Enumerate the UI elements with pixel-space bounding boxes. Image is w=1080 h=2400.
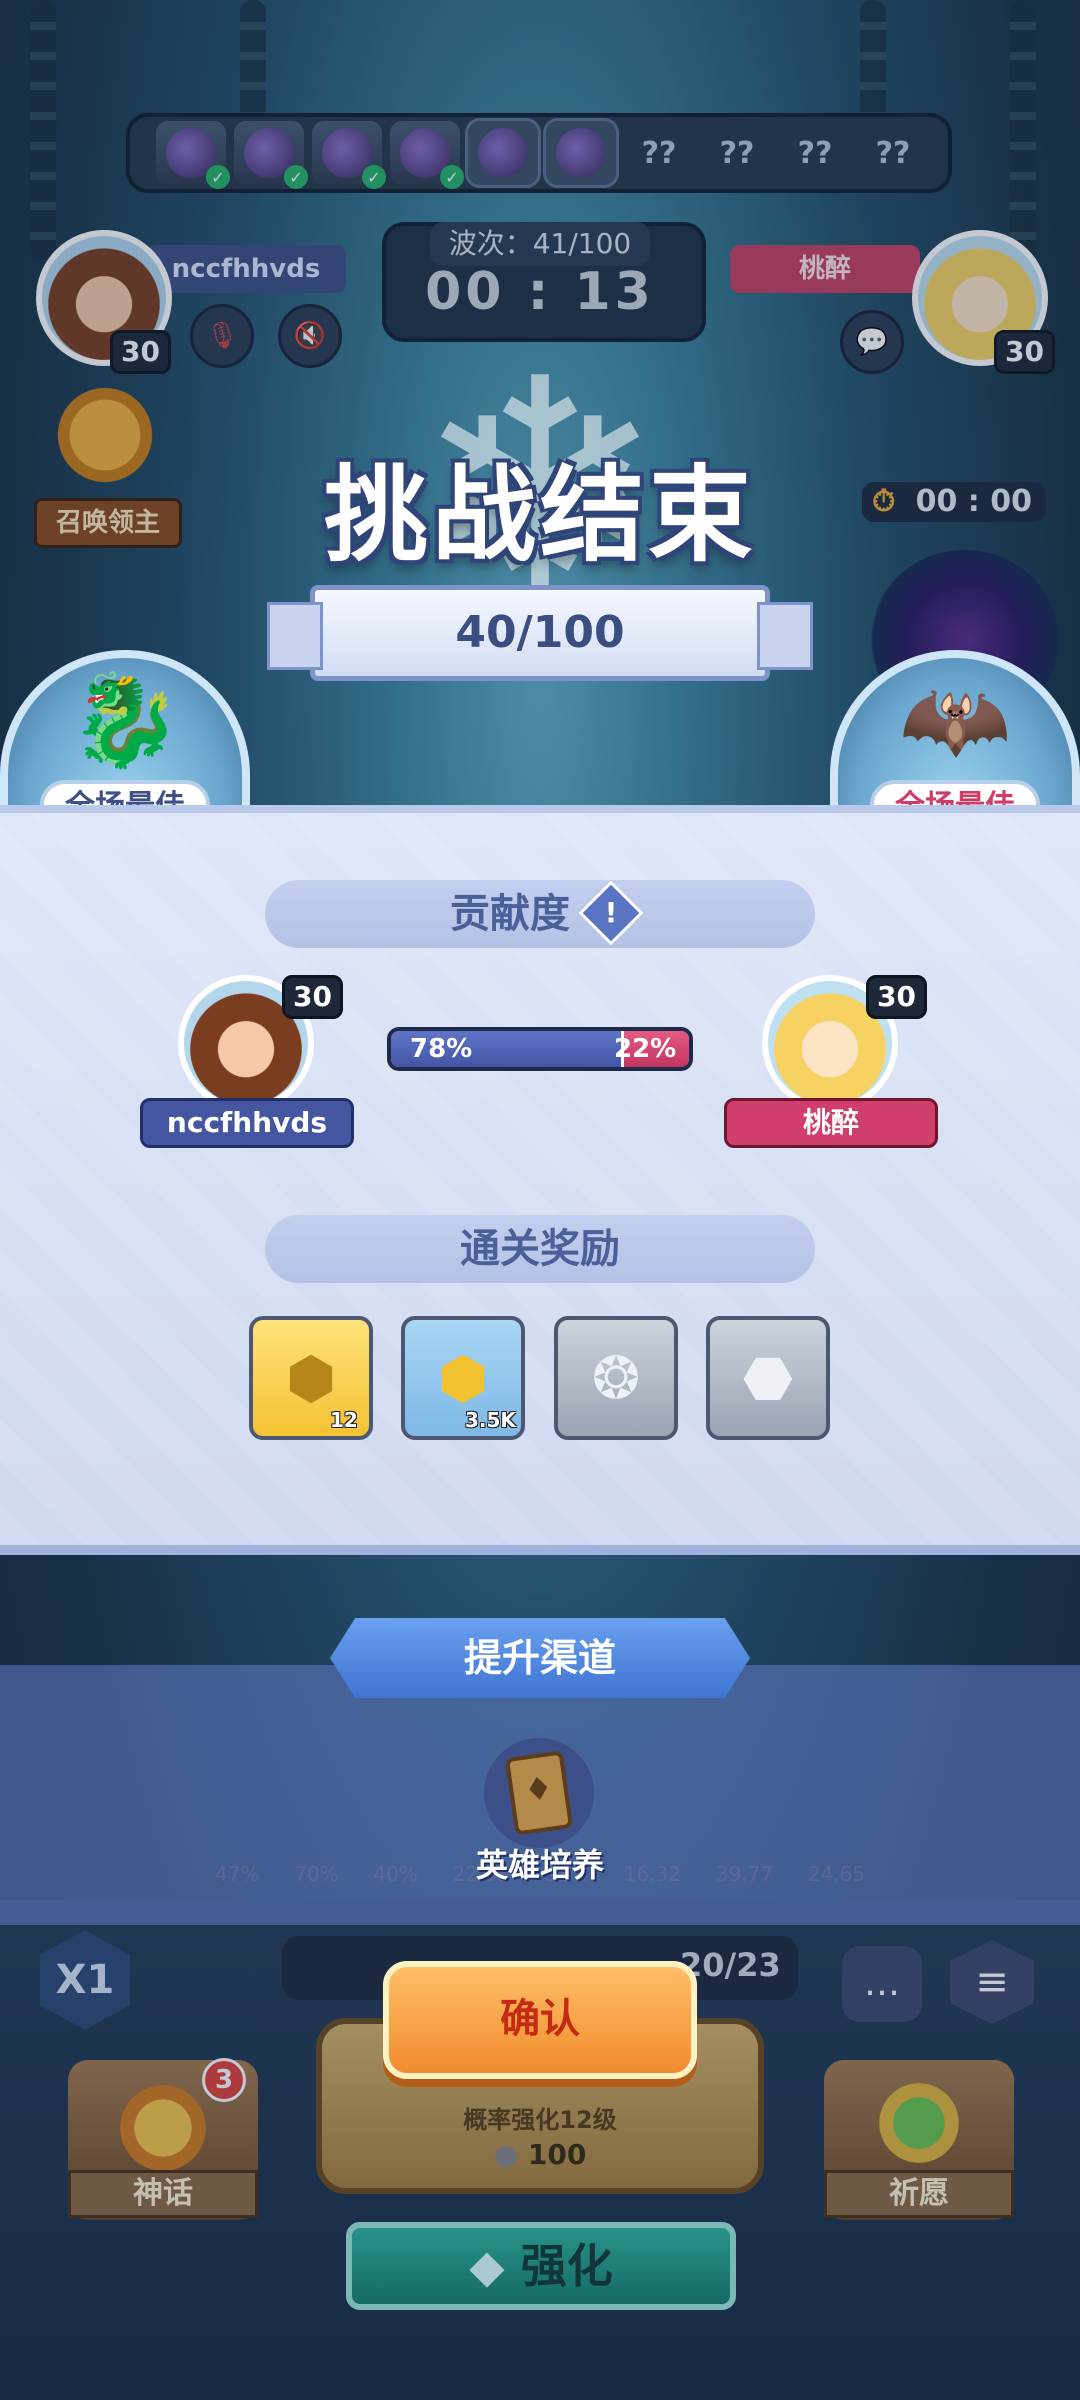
mvp-hero-icon: 🐉 bbox=[68, 668, 182, 773]
reward-silver-badge[interactable]: ⬣ bbox=[706, 1316, 830, 1440]
gold-coin-icon: ⬢ bbox=[437, 1344, 489, 1412]
contribution-header-label: 贡献度 bbox=[450, 891, 570, 937]
info-icon-label: ! bbox=[604, 896, 618, 929]
contribution-player1-percent: 78% bbox=[410, 1034, 473, 1064]
result-title: 挑战结束 bbox=[323, 454, 756, 576]
contribution-player2-level: 30 bbox=[866, 975, 927, 1019]
reward-silver-emblem[interactable]: ❂ bbox=[554, 1316, 678, 1440]
hero-cultivation-label: 英雄培养 bbox=[475, 1846, 604, 1884]
contribution-player2-percent: 22% bbox=[614, 1034, 677, 1064]
rewards-header: 通关奖励 bbox=[265, 1215, 815, 1283]
mvp-hero-icon: 🦇 bbox=[898, 668, 1012, 773]
hero-card-icon: ♦ bbox=[504, 1750, 574, 1836]
key-icon: ⬢ bbox=[285, 1344, 337, 1412]
confirm-button[interactable]: 确认 bbox=[383, 1961, 697, 2079]
silver-emblem-icon: ❂ bbox=[591, 1344, 641, 1412]
contribution-player1-level: 30 bbox=[282, 975, 343, 1019]
reward-gold-coin-count: 3.5K bbox=[465, 1408, 516, 1432]
upgrade-channel-header: 提升渠道 bbox=[330, 1618, 750, 1698]
silver-badge-icon: ⬣ bbox=[742, 1344, 794, 1412]
reward-key-count: 12 bbox=[330, 1408, 358, 1432]
hero-cultivation-button[interactable]: ♦ bbox=[484, 1738, 594, 1848]
contribution-player2-name: 桃醉 bbox=[724, 1098, 938, 1148]
contribution-header: 贡献度 bbox=[265, 880, 815, 948]
contribution-player1-name: nccfhhvds bbox=[140, 1098, 354, 1148]
wave-score: 40/100 bbox=[455, 607, 625, 658]
